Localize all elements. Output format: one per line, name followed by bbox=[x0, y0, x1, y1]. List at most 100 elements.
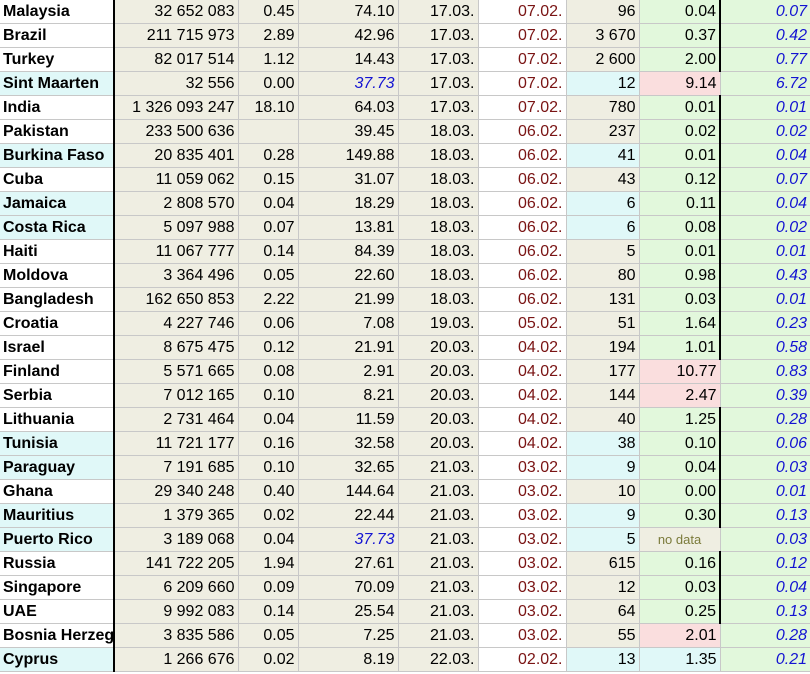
rate-cell[interactable]: 0.06 bbox=[720, 431, 810, 456]
country-name-cell[interactable]: Sint Maarten bbox=[0, 71, 115, 96]
value-cell[interactable]: 144.64 bbox=[298, 479, 399, 504]
ratio-cell[interactable]: no data bbox=[639, 527, 721, 552]
country-name-cell[interactable]: Ghana bbox=[0, 479, 115, 504]
population-cell[interactable]: 5 571 665 bbox=[114, 359, 239, 384]
count-cell[interactable]: 144 bbox=[566, 383, 640, 408]
date-a-cell[interactable]: 20.03. bbox=[398, 407, 479, 432]
table-row[interactable]: Bangladesh 162 650 853 2.22 21.99 18.03. 06.0… bbox=[0, 287, 810, 312]
date-b-cell[interactable]: 03.02. bbox=[478, 623, 567, 648]
country-name-cell[interactable]: India bbox=[0, 95, 115, 120]
value-cell[interactable]: 2.91 bbox=[298, 359, 399, 384]
count-cell[interactable]: 615 bbox=[566, 551, 640, 576]
date-a-cell[interactable]: 21.03. bbox=[398, 455, 479, 480]
rate-cell[interactable]: 0.42 bbox=[720, 23, 810, 48]
date-b-cell[interactable]: 04.02. bbox=[478, 431, 567, 456]
share-cell[interactable]: 18.10 bbox=[238, 95, 299, 120]
date-b-cell[interactable]: 06.02. bbox=[478, 167, 567, 192]
table-row[interactable]: Israel 8 675 475 0.12 21.91 20.03. 04.02. 194 1… bbox=[0, 335, 810, 360]
table-row[interactable]: Russia 141 722 205 1.94 27.61 21.03. 03.02. 61… bbox=[0, 551, 810, 576]
date-a-cell[interactable]: 18.03. bbox=[398, 287, 479, 312]
count-cell[interactable]: 6 bbox=[566, 191, 640, 216]
population-cell[interactable]: 8 675 475 bbox=[114, 335, 239, 360]
table-row[interactable]: India 1 326 093 247 18.10 64.03 17.03. 07.02.… bbox=[0, 95, 810, 120]
count-cell[interactable]: 12 bbox=[566, 71, 640, 96]
population-cell[interactable]: 3 835 586 bbox=[114, 623, 239, 648]
share-cell[interactable]: 0.10 bbox=[238, 383, 299, 408]
date-b-cell[interactable]: 07.02. bbox=[478, 47, 567, 72]
date-a-cell[interactable]: 21.03. bbox=[398, 503, 479, 528]
date-b-cell[interactable]: 04.02. bbox=[478, 335, 567, 360]
population-cell[interactable]: 141 722 205 bbox=[114, 551, 239, 576]
rate-cell[interactable]: 0.01 bbox=[720, 239, 810, 264]
value-cell[interactable]: 25.54 bbox=[298, 599, 399, 624]
count-cell[interactable]: 13 bbox=[566, 647, 640, 672]
count-cell[interactable]: 131 bbox=[566, 287, 640, 312]
country-name-cell[interactable]: Israel bbox=[0, 335, 115, 360]
date-b-cell[interactable]: 07.02. bbox=[478, 0, 567, 24]
rate-cell[interactable]: 0.13 bbox=[720, 599, 810, 624]
country-name-cell[interactable]: Singapore bbox=[0, 575, 115, 600]
date-b-cell[interactable]: 07.02. bbox=[478, 71, 567, 96]
table-row[interactable]: Mauritius 1 379 365 0.02 22.44 21.03. 03.02. 9… bbox=[0, 503, 810, 528]
date-a-cell[interactable]: 20.03. bbox=[398, 359, 479, 384]
date-b-cell[interactable]: 02.02. bbox=[478, 647, 567, 672]
count-cell[interactable]: 177 bbox=[566, 359, 640, 384]
ratio-cell[interactable]: 0.98 bbox=[639, 263, 721, 288]
rate-cell[interactable]: 0.03 bbox=[720, 455, 810, 480]
rate-cell[interactable]: 0.12 bbox=[720, 551, 810, 576]
share-cell[interactable]: 0.28 bbox=[238, 143, 299, 168]
ratio-cell[interactable]: 0.01 bbox=[639, 95, 721, 120]
rate-cell[interactable]: 0.28 bbox=[720, 407, 810, 432]
rate-cell[interactable]: 0.04 bbox=[720, 191, 810, 216]
country-name-cell[interactable]: Bosnia Herzegovina bbox=[0, 623, 115, 648]
date-b-cell[interactable]: 04.02. bbox=[478, 359, 567, 384]
share-cell[interactable]: 1.12 bbox=[238, 47, 299, 72]
population-cell[interactable]: 1 266 676 bbox=[114, 647, 239, 672]
ratio-cell[interactable]: 1.35 bbox=[639, 647, 721, 672]
date-a-cell[interactable]: 17.03. bbox=[398, 95, 479, 120]
count-cell[interactable]: 194 bbox=[566, 335, 640, 360]
count-cell[interactable]: 55 bbox=[566, 623, 640, 648]
date-a-cell[interactable]: 18.03. bbox=[398, 191, 479, 216]
population-cell[interactable]: 3 189 068 bbox=[114, 527, 239, 552]
value-cell[interactable]: 7.08 bbox=[298, 311, 399, 336]
population-cell[interactable]: 29 340 248 bbox=[114, 479, 239, 504]
population-cell[interactable]: 233 500 636 bbox=[114, 119, 239, 144]
date-a-cell[interactable]: 17.03. bbox=[398, 23, 479, 48]
value-cell[interactable]: 14.43 bbox=[298, 47, 399, 72]
date-a-cell[interactable]: 18.03. bbox=[398, 167, 479, 192]
value-cell[interactable]: 21.91 bbox=[298, 335, 399, 360]
rate-cell[interactable]: 0.07 bbox=[720, 0, 810, 24]
country-name-cell[interactable]: Bangladesh bbox=[0, 287, 115, 312]
date-b-cell[interactable]: 06.02. bbox=[478, 263, 567, 288]
share-cell[interactable]: 0.14 bbox=[238, 239, 299, 264]
share-cell[interactable]: 0.40 bbox=[238, 479, 299, 504]
count-cell[interactable]: 43 bbox=[566, 167, 640, 192]
date-b-cell[interactable]: 04.02. bbox=[478, 407, 567, 432]
date-b-cell[interactable]: 06.02. bbox=[478, 215, 567, 240]
value-cell[interactable]: 22.44 bbox=[298, 503, 399, 528]
share-cell[interactable]: 0.15 bbox=[238, 167, 299, 192]
population-cell[interactable]: 3 364 496 bbox=[114, 263, 239, 288]
count-cell[interactable]: 10 bbox=[566, 479, 640, 504]
date-b-cell[interactable]: 07.02. bbox=[478, 23, 567, 48]
date-a-cell[interactable]: 21.03. bbox=[398, 575, 479, 600]
ratio-cell[interactable]: 0.02 bbox=[639, 119, 721, 144]
count-cell[interactable]: 51 bbox=[566, 311, 640, 336]
ratio-cell[interactable]: 0.10 bbox=[639, 431, 721, 456]
date-b-cell[interactable]: 03.02. bbox=[478, 551, 567, 576]
value-cell[interactable]: 22.60 bbox=[298, 263, 399, 288]
share-cell[interactable]: 0.04 bbox=[238, 407, 299, 432]
count-cell[interactable]: 3 670 bbox=[566, 23, 640, 48]
value-cell[interactable]: 32.58 bbox=[298, 431, 399, 456]
table-row[interactable]: Serbia 7 012 165 0.10 8.21 20.03. 04.02. 144 2.… bbox=[0, 383, 810, 408]
country-name-cell[interactable]: Haiti bbox=[0, 239, 115, 264]
table-row[interactable]: Tunisia 11 721 177 0.16 32.58 20.03. 04.02. 38… bbox=[0, 431, 810, 456]
rate-cell[interactable]: 0.02 bbox=[720, 119, 810, 144]
date-b-cell[interactable]: 07.02. bbox=[478, 95, 567, 120]
share-cell[interactable]: 0.05 bbox=[238, 623, 299, 648]
ratio-cell[interactable]: 2.00 bbox=[639, 47, 721, 72]
value-cell[interactable]: 7.25 bbox=[298, 623, 399, 648]
population-cell[interactable]: 11 059 062 bbox=[114, 167, 239, 192]
share-cell[interactable]: 0.02 bbox=[238, 647, 299, 672]
